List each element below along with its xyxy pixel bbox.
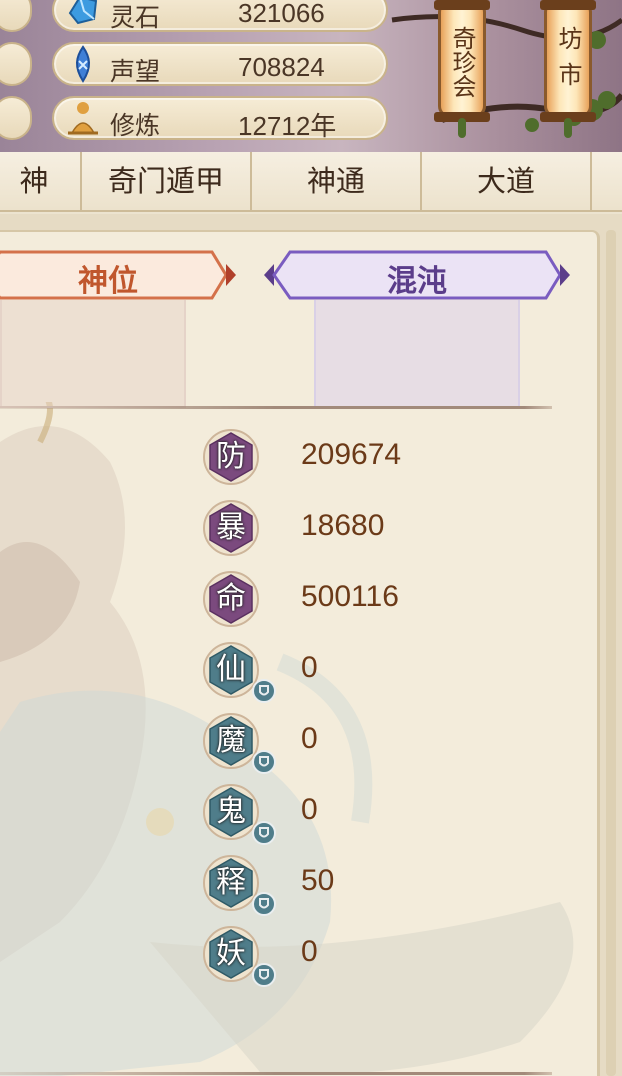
stat-label: 命 [216,581,246,616]
tab-dadao[interactable]: 大道 [422,152,592,210]
stat-value: 0 [301,722,318,755]
stat-value: 500116 [301,580,399,613]
tab-qimen-dunjia[interactable]: 奇门遁甲 [82,152,252,210]
tab-shen[interactable]: 神 [0,152,82,210]
shield-icon [252,892,276,916]
lantern-cap [434,0,490,10]
resource-stub [0,96,32,140]
reputation-gem-icon [76,45,90,83]
treasure-auction-lantern-button[interactable]: 奇珍会 [434,0,490,140]
stat-value: 0 [301,935,318,968]
shield-icon [252,821,276,845]
content-panel: 神位 混沌 防 209674 暴 18680 命 500116 仙 0 魔 0 … [0,214,622,1076]
category-slot [0,300,186,408]
lantern-label: 奇珍会 [448,26,476,98]
lantern-cap [540,0,596,10]
resource-value: 708824 [238,52,325,82]
resource-label: 修炼 [110,111,161,140]
stat-value: 209674 [301,438,402,471]
stat-value: 50 [301,864,335,897]
resource-header: 灵石 321066 声望 708824 修炼 12712年 奇珍会 坊市 [0,0,622,152]
category-slot [314,300,520,408]
resource-label: 声望 [110,57,161,86]
lantern-tassel [458,118,466,138]
resource-stub [0,42,32,86]
category-label: 神位 [78,264,138,299]
resource-label: 灵石 [110,3,161,32]
stat-row: 暴 18680 [202,499,502,559]
market-lantern-button[interactable]: 坊市 [540,0,596,140]
stat-row: 防 209674 [202,428,502,488]
stat-row: 释 50 [202,854,502,916]
shield-icon [252,963,276,987]
stat-row: 鬼 0 [202,783,502,845]
spirit-stone-icon [68,0,98,25]
lantern-label: 坊市 [554,26,582,98]
resource-row-reputation[interactable]: 声望 708824 [52,42,388,86]
category-shenwei-button[interactable]: 神位 [0,248,236,408]
tab-shentong[interactable]: 神通 [252,152,422,210]
stat-row: 仙 0 [202,641,502,703]
resource-value: 321066 [238,0,325,28]
attribute-panel: 神位 混沌 防 209674 暴 18680 命 500116 仙 0 魔 0 … [0,230,600,1076]
stat-value: 18680 [301,509,385,542]
resource-stub [0,0,32,32]
stat-label: 防 [216,439,246,474]
tab-bar: 神 奇门遁甲 神通 大道 [0,152,622,212]
category-hundun-button[interactable]: 混沌 [264,248,570,408]
shield-icon [252,750,276,774]
stat-row: 魔 0 [202,712,502,774]
shield-icon [252,679,276,703]
resource-value: 12712年 [238,111,337,141]
resource-row-cultivation[interactable]: 修炼 12712年 [52,96,388,141]
lantern-tassel [564,118,572,138]
section-divider [0,406,552,409]
stat-row: 命 500116 [202,570,502,630]
stat-value: 0 [301,793,318,826]
resource-row-spirit-stone[interactable]: 灵石 321066 [52,0,388,32]
meditation-icon [68,102,98,135]
stat-row: 妖 0 [202,925,502,987]
stat-value: 0 [301,651,318,684]
section-divider [0,1072,552,1075]
stat-label: 暴 [216,510,246,545]
scrollbar[interactable] [606,230,616,1076]
category-label: 混沌 [387,264,447,299]
